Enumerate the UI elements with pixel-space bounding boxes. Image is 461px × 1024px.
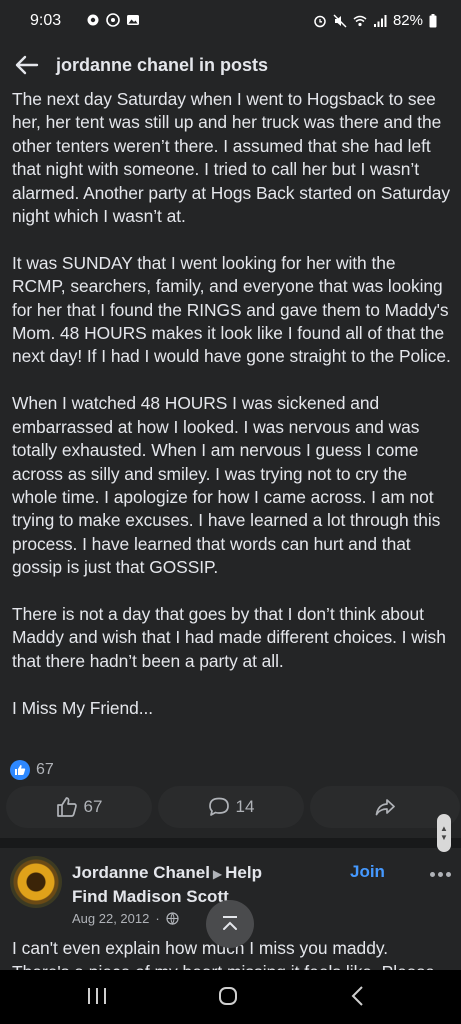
system-nav-bar — [0, 970, 461, 1024]
status-bar: 9:03 82% — [0, 0, 461, 42]
chevron-up-icon: ▲ — [440, 824, 448, 833]
page-title: jordanne chanel in posts — [56, 55, 269, 75]
group-name[interactable]: Help — [225, 863, 262, 882]
post-paragraph: The next day Saturday when I went to Hog… — [12, 89, 451, 227]
chevron-up-bar-icon — [223, 916, 237, 930]
triangle-right-icon: ▶ — [212, 867, 223, 881]
status-system-icons: 82% — [313, 12, 437, 29]
status-time: 9:03 — [30, 12, 62, 29]
wifi-icon — [353, 15, 367, 26]
post-actions: 67 14 — [6, 786, 461, 830]
thumbs-up-icon — [56, 797, 77, 817]
post-paragraph: There is not a day that goes by that I d… — [12, 603, 446, 671]
meta-separator: · — [155, 911, 160, 926]
battery-percent: 82% — [392, 12, 423, 29]
battery-icon — [429, 13, 437, 27]
comment-bubble-icon — [208, 797, 229, 816]
home-icon[interactable] — [219, 987, 237, 1005]
signal-icon — [373, 14, 387, 27]
fast-scroll-handle[interactable]: ▲ ▼ — [437, 814, 451, 852]
alarm-icon — [314, 15, 326, 27]
arrow-left-icon[interactable] — [14, 52, 40, 78]
post-paragraph: When I watched 48 HOURS I was sickened a… — [12, 393, 441, 578]
messenger-notification-icon — [106, 13, 120, 27]
join-button[interactable]: Join — [350, 862, 385, 882]
app-header: jordanne chanel in posts — [0, 42, 461, 88]
reaction-summary[interactable]: 67 — [10, 760, 54, 780]
post-paragraph: I Miss My Friend... — [12, 697, 154, 718]
back-icon[interactable] — [350, 985, 366, 1007]
post-paragraph: It was SUNDAY that I went looking for he… — [12, 252, 451, 367]
share-arrow-icon — [375, 799, 395, 816]
section-divider — [0, 838, 461, 848]
status-notification-icons — [86, 13, 140, 27]
comment-date: Aug 22, 2012 — [72, 911, 150, 926]
comment-count: 14 — [235, 797, 255, 816]
comment-meta: Aug 22, 2012 · — [72, 911, 179, 926]
recents-icon[interactable] — [88, 988, 106, 1004]
comment-author-line: Jordanne Chanel ▶ Help — [72, 863, 262, 883]
scroll-to-top-button[interactable] — [206, 900, 254, 948]
gallery-notification-icon — [127, 15, 139, 25]
post-body: The next day Saturday when I went to Hog… — [12, 88, 452, 720]
settings-notification-icon — [87, 14, 99, 26]
like-button[interactable]: 67 — [6, 786, 152, 828]
mute-icon — [333, 14, 347, 27]
group-name-continued[interactable]: Find Madison Scott — [72, 887, 229, 907]
reaction-count: 67 — [36, 761, 54, 778]
comment-text-cut: There's a piece of my heart missing it f… — [12, 960, 452, 970]
globe-icon — [166, 912, 179, 925]
comment-button[interactable]: 14 — [158, 786, 304, 828]
comment-author-name[interactable]: Jordanne Chanel — [72, 863, 210, 882]
avatar[interactable] — [10, 856, 62, 908]
like-count: 67 — [83, 797, 103, 816]
chevron-down-icon: ▼ — [440, 833, 448, 842]
like-reaction-icon — [10, 760, 30, 780]
more-options-icon[interactable] — [430, 872, 451, 877]
